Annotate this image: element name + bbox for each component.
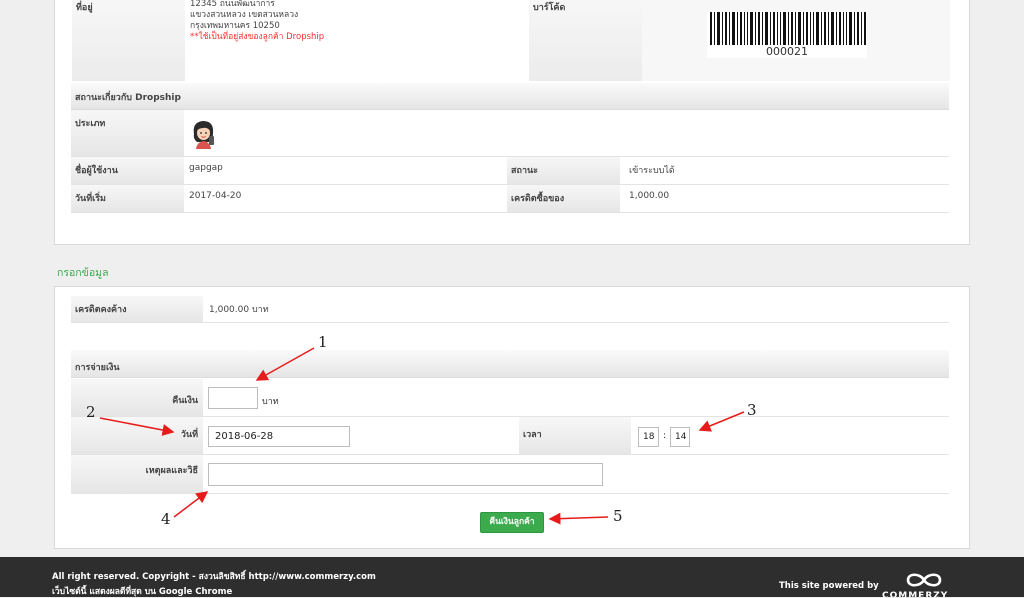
footer-browser-note: เว็บไซต์นี้ แสดงผลดีที่สุด บน Google Chr… (52, 587, 233, 597)
footer-copyright: All right reserved. Copyright - สงวนลิขส… (52, 572, 376, 582)
annotation-1: 1 (318, 333, 328, 351)
footer-powered-by: This site powered by (779, 581, 879, 591)
annotation-3: 3 (747, 401, 757, 419)
arrow-1 (255, 347, 315, 381)
annotation-2: 2 (86, 403, 96, 421)
annotation-5: 5 (613, 507, 623, 525)
arrow-2 (99, 417, 175, 436)
arrow-5 (548, 512, 609, 525)
commerzy-logo-text: COMMERZY (882, 591, 949, 597)
annotation-4: 4 (161, 510, 171, 528)
arrow-4 (173, 491, 209, 518)
arrow-3 (698, 411, 745, 432)
commerzy-logo-icon (903, 570, 945, 590)
footer: All right reserved. Copyright - สงวนลิขส… (0, 557, 1024, 597)
annotation-arrows (99, 347, 745, 525)
